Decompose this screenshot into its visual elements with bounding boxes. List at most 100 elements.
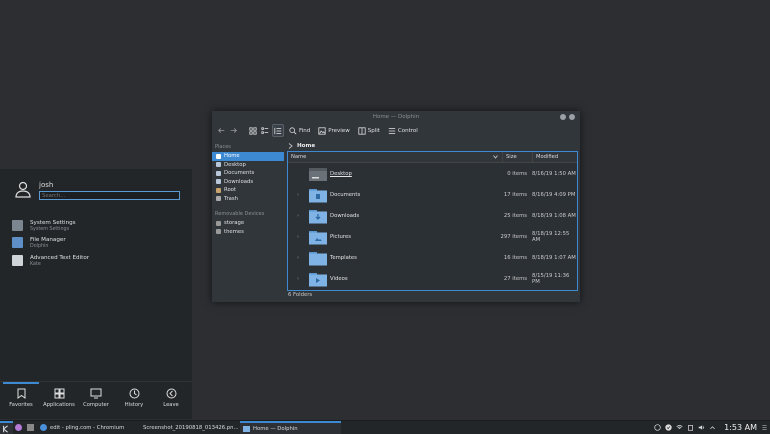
place-root[interactable]: Root — [212, 186, 286, 195]
desktop-icon — [216, 162, 221, 168]
table-row[interactable]: Desktop 0 items 8/16/19 1:50 AM — [288, 164, 577, 184]
drive-icon — [216, 220, 221, 226]
column-header: Name Size Modified — [288, 152, 577, 163]
place-downloads[interactable]: Downloads — [212, 178, 286, 187]
preview-button[interactable]: Preview — [315, 125, 352, 136]
favorite-file-manager[interactable]: File Manager Dolphin — [12, 237, 66, 253]
file-manager-icon — [12, 237, 23, 248]
device-storage[interactable]: storage — [212, 219, 286, 228]
search-input[interactable] — [39, 191, 180, 200]
control-button[interactable]: Control — [385, 125, 421, 136]
column-size[interactable]: Size — [503, 152, 533, 162]
documents-folder-icon — [309, 188, 327, 202]
table-row[interactable]: › Documents 17 items 8/16/19 4:09 PM — [288, 185, 577, 205]
task-screenshot[interactable]: Screenshot_20190818_013426.pn... — [137, 421, 240, 434]
clock[interactable]: 1:53 AM — [724, 423, 757, 432]
breadcrumb-home[interactable]: Home — [297, 143, 315, 149]
file-modified: 8/18/19 1:07 AM — [532, 255, 576, 261]
monitor-icon — [90, 388, 102, 399]
username: josh — [39, 181, 54, 189]
updates-check-icon[interactable] — [665, 424, 672, 431]
place-home[interactable]: Home — [212, 152, 284, 161]
expand-chevron-icon[interactable]: › — [297, 234, 299, 240]
clipboard-icon[interactable] — [687, 424, 694, 431]
file-view[interactable]: Name Size Modified Desktop 0 items 8/16/… — [287, 151, 578, 291]
pinned-app-button[interactable] — [25, 421, 37, 434]
videos-folder-icon — [309, 272, 327, 286]
expand-chevron-icon[interactable]: › — [297, 192, 299, 198]
preview-icon — [318, 126, 326, 135]
file-name: Downloads — [330, 213, 360, 219]
active-tab-indicator — [3, 382, 39, 384]
drive-icon — [216, 229, 221, 235]
pinned-app-button[interactable] — [13, 421, 25, 434]
icons-view-button[interactable] — [248, 125, 258, 136]
place-documents[interactable]: Documents — [212, 169, 286, 178]
place-desktop[interactable]: Desktop — [212, 161, 286, 170]
tab-applications[interactable]: Applications — [40, 388, 78, 408]
compact-view-icon — [261, 126, 269, 134]
expand-chevron-icon[interactable]: › — [297, 276, 299, 282]
split-button[interactable]: Split — [355, 125, 383, 136]
table-row[interactable]: › Templates 16 items 8/18/19 1:07 AM — [288, 248, 577, 268]
compact-view-button[interactable] — [260, 125, 270, 136]
tab-history[interactable]: History — [115, 388, 153, 408]
grid-view-icon — [249, 126, 257, 135]
tray-expand-chevron-up-icon[interactable] — [709, 424, 716, 431]
task-dolphin[interactable]: Home — Dolphin — [240, 421, 341, 434]
templates-folder-icon — [309, 251, 327, 265]
file-name: Pictures — [330, 234, 351, 240]
places-header: Places — [215, 144, 231, 150]
home-icon — [216, 153, 221, 159]
trash-icon — [216, 196, 221, 202]
place-trash[interactable]: Trash — [212, 195, 286, 204]
column-modified[interactable]: Modified — [533, 152, 558, 162]
window-title: Home — Dolphin — [372, 114, 420, 120]
panel-options-icon[interactable] — [761, 424, 768, 431]
file-modified: 8/16/19 1:50 AM — [532, 171, 576, 177]
table-row[interactable]: › Downloads 25 items 8/18/19 1:08 AM — [288, 206, 577, 226]
split-icon — [358, 126, 366, 135]
chromium-icon — [40, 424, 47, 431]
device-themes[interactable]: themes — [212, 228, 286, 237]
table-row[interactable]: › Pictures 297 items 8/18/19 12:55 AM — [288, 227, 577, 247]
arrow-right-icon — [230, 128, 237, 133]
find-button[interactable]: Find — [286, 125, 313, 136]
volume-icon[interactable] — [698, 424, 705, 431]
expand-chevron-icon[interactable]: › — [297, 255, 299, 261]
file-size: 25 items — [503, 213, 527, 219]
system-tray: 1:53 AM — [654, 421, 768, 434]
launcher-button[interactable] — [0, 421, 13, 434]
window-titlebar[interactable]: Home — Dolphin — [212, 111, 580, 123]
file-size: 16 items — [503, 255, 527, 261]
user-avatar-icon[interactable] — [13, 180, 33, 200]
tab-leave[interactable]: Leave — [152, 388, 190, 408]
details-view-button[interactable] — [272, 124, 284, 137]
file-size: 17 items — [503, 192, 527, 198]
back-button[interactable] — [216, 125, 226, 136]
find-label: Find — [299, 127, 311, 134]
details-view-icon — [274, 127, 282, 134]
close-icon[interactable] — [569, 114, 575, 120]
file-name: Documents — [330, 192, 361, 198]
task-chromium[interactable]: edit - pling.com - Chromium — [37, 421, 137, 434]
favorite-system-settings[interactable]: System Settings System Settings — [12, 220, 76, 236]
pictures-folder-icon — [309, 230, 327, 244]
file-name: Desktop — [330, 171, 352, 177]
forward-button[interactable] — [228, 125, 238, 136]
column-name[interactable]: Name — [288, 152, 503, 162]
documents-icon — [216, 170, 221, 176]
network-icon[interactable] — [676, 424, 683, 431]
settings-icon — [12, 220, 23, 231]
tab-computer[interactable]: Computer — [77, 388, 115, 408]
favorite-text-editor[interactable]: Advanced Text Editor Kate — [12, 255, 89, 271]
bookmark-icon — [17, 388, 25, 399]
breadcrumb[interactable]: Home — [288, 141, 315, 151]
split-label: Split — [367, 127, 380, 134]
table-row[interactable]: › Videos 27 items 8/15/19 11:36 PM — [288, 269, 577, 289]
expand-chevron-icon[interactable]: › — [297, 213, 299, 219]
tab-favorites[interactable]: Favorites — [2, 388, 40, 408]
help-icon[interactable] — [654, 424, 661, 431]
file-modified: 8/15/19 11:36 PM — [532, 273, 570, 285]
minimize-icon[interactable] — [560, 114, 566, 120]
